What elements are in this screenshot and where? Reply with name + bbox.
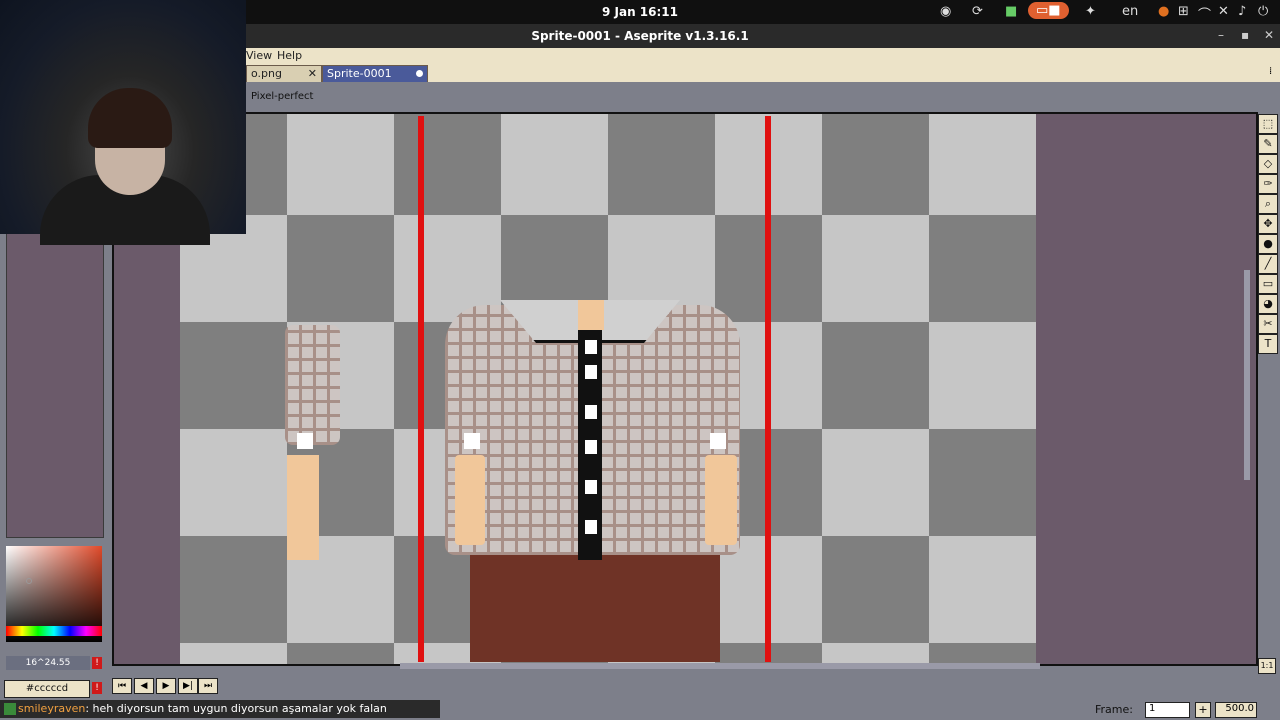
zoom-fit-icon[interactable]: 1:1 [1258, 658, 1276, 674]
checker-cell [287, 114, 394, 215]
chat-username: smileyraven [18, 702, 86, 715]
chat-badge-icon [4, 703, 16, 715]
checker-cell [822, 215, 929, 322]
play-icon[interactable]: ▶ [156, 678, 176, 694]
notification-off-icon[interactable]: ✕ [1218, 4, 1229, 19]
cuff-preview [297, 433, 313, 449]
menu-view[interactable]: View [246, 49, 272, 62]
line-icon[interactable]: ╱ [1258, 254, 1278, 274]
hue-slider[interactable] [6, 626, 102, 636]
screen-record-icon[interactable]: ◉ [940, 4, 951, 19]
tab-png-file[interactable]: o.png ✕ [246, 65, 322, 82]
lock-icon[interactable]: ■ [1005, 4, 1017, 19]
tab-sprite-0001[interactable]: Sprite-0001 [322, 65, 428, 82]
checker-cell [929, 114, 1036, 215]
checker-cell [929, 536, 1036, 643]
close-tab-icon[interactable]: ✕ [308, 67, 317, 80]
checker-cell [822, 322, 929, 429]
text-icon[interactable]: T [1258, 334, 1278, 354]
warning-icon[interactable]: ! [92, 682, 102, 694]
picker-cursor-icon [26, 578, 32, 584]
preview-hand [287, 455, 319, 560]
tool-bar: ⬚ ✎ ◇ ✑ ⌕ ✥ ● ╱ ▭ ◕ ✂ T [1258, 112, 1278, 354]
prev-frame-icon[interactable]: ◀ [134, 678, 154, 694]
vertical-scrollbar[interactable] [1244, 270, 1250, 480]
checker-cell [929, 322, 1036, 429]
checker-cell [180, 429, 287, 536]
frame-label: Frame: [1095, 703, 1133, 716]
shirt-sleeve-preview [285, 325, 340, 445]
fill-icon[interactable]: ● [1258, 234, 1278, 254]
webcam-overlay [0, 0, 246, 245]
language-indicator[interactable]: en [1122, 4, 1138, 19]
menu-help[interactable]: Help [277, 49, 302, 62]
checker-cell [822, 114, 929, 215]
right-hand [705, 455, 737, 545]
checker-cell [501, 114, 608, 215]
refresh-icon[interactable]: ⟳ [972, 4, 983, 19]
checker-cell [929, 215, 1036, 322]
shirt-button [585, 480, 597, 494]
wifi-icon[interactable]: ⌒ [1198, 4, 1211, 23]
microphone-icon[interactable]: ● [1158, 4, 1169, 19]
frame-input[interactable]: 1 [1145, 702, 1190, 718]
blur-icon[interactable]: ◕ [1258, 294, 1278, 314]
accessibility-icon[interactable]: ✦ [1085, 4, 1096, 19]
checker-cell [929, 429, 1036, 536]
power-icon[interactable]: ⏻ [1258, 4, 1268, 19]
checker-cell [394, 114, 501, 215]
checker-cell [287, 643, 394, 664]
eraser-icon[interactable]: ◇ [1258, 154, 1278, 174]
checker-cell [180, 322, 287, 429]
checker-cell [822, 429, 929, 536]
maximize-icon[interactable]: ▪ [1241, 28, 1249, 42]
shirt-button [585, 440, 597, 454]
add-frame-icon[interactable]: + [1195, 702, 1211, 718]
cuff-right [710, 433, 726, 449]
pants [470, 555, 720, 662]
left-hand [455, 455, 485, 545]
shirt-button [585, 520, 597, 534]
tab-label: Sprite-0001 [327, 67, 392, 80]
horizontal-scrollbar[interactable] [400, 663, 1040, 669]
eyedropper-icon[interactable]: ✑ [1258, 174, 1278, 194]
guide-line-right [765, 116, 771, 662]
minimize-icon[interactable]: – [1218, 28, 1224, 42]
checker-cell [180, 643, 287, 664]
neck-skin [578, 300, 604, 330]
checker-cell [608, 114, 715, 215]
chat-message: : heh diyorsun tam uygun diyorsun aşamal… [85, 702, 387, 715]
first-frame-icon[interactable]: ⏮ [112, 678, 132, 694]
warning-icon[interactable]: ! [92, 657, 102, 669]
contour-icon[interactable]: ✂ [1258, 314, 1278, 334]
network-icon[interactable]: ⊞ [1178, 4, 1189, 19]
marquee-icon[interactable]: ⬚ [1258, 114, 1278, 134]
pencil-icon[interactable]: ✎ [1258, 134, 1278, 154]
volume-icon[interactable]: ♪ [1238, 4, 1246, 19]
shirt-button [585, 365, 597, 379]
checker-cell [180, 536, 287, 643]
next-frame-icon[interactable]: ▶| [178, 678, 198, 694]
chat-overlay: smileyraven: heh diyorsun tam uygun diyo… [0, 700, 440, 718]
cuff-left [464, 433, 480, 449]
panel-toggle-icon[interactable]: ⁞ [1269, 66, 1272, 77]
rectangle-icon[interactable]: ▭ [1258, 274, 1278, 294]
shirt-button [585, 340, 597, 354]
color-hex-field[interactable]: #cccccd [4, 680, 90, 698]
move-icon[interactable]: ✥ [1258, 214, 1278, 234]
guide-line-left [418, 116, 424, 662]
zoom-field[interactable]: 500.0 [1215, 702, 1257, 718]
checker-cell [287, 215, 394, 322]
coordinates-readout: 16^24.55 [6, 656, 90, 670]
shirt-button [585, 405, 597, 419]
pixel-perfect-option[interactable]: Pixel-perfect [251, 91, 313, 102]
screen-share-icon[interactable]: ▭■ [1028, 2, 1069, 19]
last-frame-icon[interactable]: ⏭ [198, 678, 218, 694]
modified-dot-icon[interactable] [416, 70, 423, 77]
zoom-icon[interactable]: ⌕ [1258, 194, 1278, 214]
close-window-icon[interactable]: ✕ [1264, 28, 1274, 42]
tab-label: o.png [251, 67, 282, 80]
webcam-hair [88, 88, 172, 148]
checker-cell [822, 536, 929, 643]
